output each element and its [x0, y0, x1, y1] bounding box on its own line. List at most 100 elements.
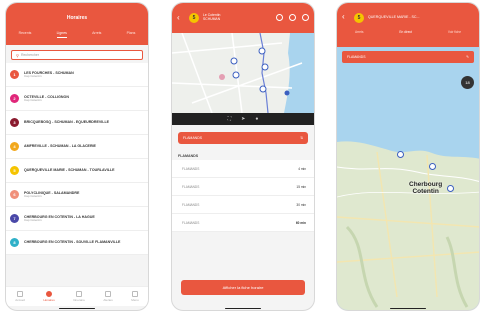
- heart-icon[interactable]: [289, 14, 296, 21]
- tab-recents[interactable]: Recents: [19, 31, 32, 38]
- swap-icon[interactable]: ⇅: [300, 136, 303, 140]
- expand-icon[interactable]: ⛶: [228, 116, 232, 122]
- line-name: QUERQUEVILLE MARIE - SCHUMAN - TOURLAVIL…: [24, 168, 115, 173]
- line-subtitle: Cap Cotentin: [24, 97, 42, 102]
- route-map[interactable]: [172, 33, 314, 113]
- bottom-nav: Accueil Horaires Itineraire Alertes Menu: [6, 286, 148, 306]
- nav-icon: [131, 291, 138, 297]
- stop-name: FLAMANDS: [182, 166, 200, 171]
- stop-row[interactable]: FLAMANDS 60 min: [172, 214, 314, 232]
- app-header: ‹ 5 QUERQUEVILLE MARIE - SC... Arrets En…: [337, 3, 479, 47]
- nav-label: Horaires: [43, 298, 55, 302]
- line-text: QUERQUEVILLE MARIE - SCHUMAN - TOURLAVIL…: [24, 168, 115, 172]
- tab-arrets[interactable]: Arrets: [355, 30, 364, 34]
- stop-name: FLAMANDS: [182, 202, 200, 207]
- bottom-nav-item[interactable]: Itineraire: [73, 291, 85, 302]
- tab-en-direct[interactable]: En direct: [399, 30, 412, 34]
- stop-name: FLAMANDS: [182, 220, 200, 225]
- bottom-nav-item[interactable]: Horaires: [43, 291, 55, 302]
- live-map-drawing: [337, 47, 479, 310]
- line-number-badge: 8: [10, 238, 19, 247]
- search-icon: ⚲: [16, 52, 19, 58]
- nav-icon: [105, 291, 112, 297]
- line-number-badge: 4: [10, 142, 19, 151]
- map-city-label: Cherbourg Cotentin: [409, 181, 442, 196]
- line-list-item[interactable]: 1 LES FOURCHES - SCHUMAN Cap Cotentin: [6, 63, 148, 87]
- locate-icon[interactable]: ➤: [241, 116, 245, 122]
- bottom-nav-item[interactable]: Alertes: [103, 291, 113, 302]
- search-input[interactable]: ⚲ Rechercher: [11, 50, 143, 60]
- line-list-item[interactable]: 8 CHERBOURG EN COTENTIN - SOUVILLE FLAMAN…: [6, 231, 148, 255]
- tab-voir-fiche[interactable]: Voir fiche: [448, 30, 461, 34]
- stop-name: FLAMANDS: [182, 184, 200, 189]
- back-icon[interactable]: ‹: [177, 13, 180, 22]
- line-list-item[interactable]: 6 POLYCLINIQUE - SALAMANDRE Cap Cotentin: [6, 183, 148, 207]
- bus-stop-pin[interactable]: [429, 163, 436, 170]
- tab-arrets[interactable]: Arrets: [92, 31, 101, 38]
- nav-label: Accueil: [15, 298, 25, 302]
- line-text: AMFREVILLE - SCHUMAN - LA GLACERIE: [24, 144, 96, 148]
- globe-icon[interactable]: ●: [255, 116, 258, 122]
- stop-list: FLAMANDS 4 min FLAMANDS 15 min FLAMANDS 30 mi…: [172, 160, 314, 232]
- stops-section-title: FLAMANDS: [178, 154, 199, 158]
- stop-time: 4 min: [298, 166, 306, 171]
- direction-selector[interactable]: FLAMANDS ⇅: [178, 132, 308, 144]
- line-subtitle: Cap Cotentin: [24, 217, 42, 222]
- line-number-badge: 6: [10, 190, 19, 199]
- direction-label: FLAMANDS: [183, 136, 203, 140]
- home-indicator: [59, 307, 95, 309]
- line-number-badge: 5: [10, 166, 19, 175]
- line-list-item[interactable]: 4 AMFREVILLE - SCHUMAN - LA GLACERIE: [6, 135, 148, 159]
- vehicle-count-badge[interactable]: 18: [461, 76, 474, 89]
- tab-lignes[interactable]: Lignes: [56, 31, 67, 38]
- bus-stop-pin[interactable]: [447, 185, 454, 192]
- phone-lines-screen: Horaires Recents Lignes Arrets Plans ⚲ R…: [5, 2, 149, 311]
- bottom-nav-item[interactable]: Menu: [131, 291, 139, 302]
- stop-row[interactable]: FLAMANDS 4 min: [172, 160, 314, 178]
- edit-icon[interactable]: ✎: [466, 55, 469, 59]
- nav-icon: [76, 291, 83, 297]
- direction-selector[interactable]: FLAMANDS ✎: [342, 51, 474, 63]
- stop-row[interactable]: FLAMANDS 15 min: [172, 178, 314, 196]
- line-name: CHERBOURG EN COTENTIN - SOUVILLE FLAMANV…: [24, 240, 121, 245]
- stop-row[interactable]: FLAMANDS 30 min: [172, 196, 314, 214]
- line-name: AMFREVILLE - SCHUMAN - LA GLACERIE: [24, 144, 96, 149]
- line-list-item[interactable]: 7 CHERBOURG EN COTENTIN - LA HAGUE Cap Cot…: [6, 207, 148, 231]
- line-list-item[interactable]: 2 OCTEVILLE - COLLIGNON Cap Cotentin: [6, 87, 148, 111]
- city-name-line-1: Cherbourg: [409, 181, 443, 188]
- tab-bar: Recents Lignes Arrets Plans: [6, 31, 148, 38]
- line-text: CHERBOURG EN COTENTIN - SOUVILLE FLAMANV…: [24, 240, 120, 244]
- bus-stop-pin[interactable]: [397, 151, 404, 158]
- header-title: QUERQUEVILLE MARIE - SC...: [368, 15, 420, 19]
- back-icon[interactable]: ‹: [342, 12, 345, 21]
- line-list-item[interactable]: 3 BRICQUEBOSQ - SCHUMAN - EQUEURDREVILLE: [6, 111, 148, 135]
- line-subtitle: Cap Cotentin: [24, 193, 42, 198]
- line-text: OCTEVILLE - COLLIGNON Cap Cotentin: [24, 95, 69, 103]
- nav-icon: [46, 291, 53, 297]
- line-badge: 5: [189, 13, 199, 23]
- stop-time: 15 min: [296, 184, 306, 189]
- page-title: Horaires: [66, 15, 88, 21]
- clock-icon[interactable]: [276, 14, 283, 21]
- line-text: BRICQUEBOSQ - SCHUMAN - EQUEURDREVILLE: [24, 120, 109, 124]
- line-list-item[interactable]: 5 QUERQUEVILLE MARIE - SCHUMAN - TOURLAVI…: [6, 159, 148, 183]
- nav-label: Menu: [131, 298, 139, 302]
- nav-label: Alertes: [103, 298, 113, 302]
- line-name: BRICQUEBOSQ - SCHUMAN - EQUEURDREVILLE: [24, 120, 110, 125]
- app-header: ‹ 5 Le Cotentin SCHUMAN: [172, 3, 314, 33]
- show-timetable-button[interactable]: Afficher la fiche horaire: [181, 280, 305, 295]
- app-header: Horaires Recents Lignes Arrets Plans: [6, 3, 148, 45]
- live-map[interactable]: [337, 47, 479, 310]
- direction-label: FLAMANDS: [347, 55, 366, 59]
- tab-bar: Arrets En direct Voir fiche: [337, 30, 479, 34]
- line-badge: 5: [354, 13, 364, 23]
- home-indicator: [225, 307, 261, 309]
- search-placeholder: Rechercher: [20, 53, 40, 57]
- line-number-badge: 7: [10, 214, 19, 223]
- line-list: 1 LES FOURCHES - SCHUMAN Cap Cotentin 2 OCTE…: [6, 63, 148, 255]
- bell-icon[interactable]: [302, 14, 309, 21]
- stop-time: 30 min: [296, 202, 306, 207]
- tab-plans[interactable]: Plans: [127, 31, 136, 38]
- bottom-nav-item[interactable]: Accueil: [15, 291, 25, 302]
- line-text: LES FOURCHES - SCHUMAN Cap Cotentin: [24, 71, 74, 79]
